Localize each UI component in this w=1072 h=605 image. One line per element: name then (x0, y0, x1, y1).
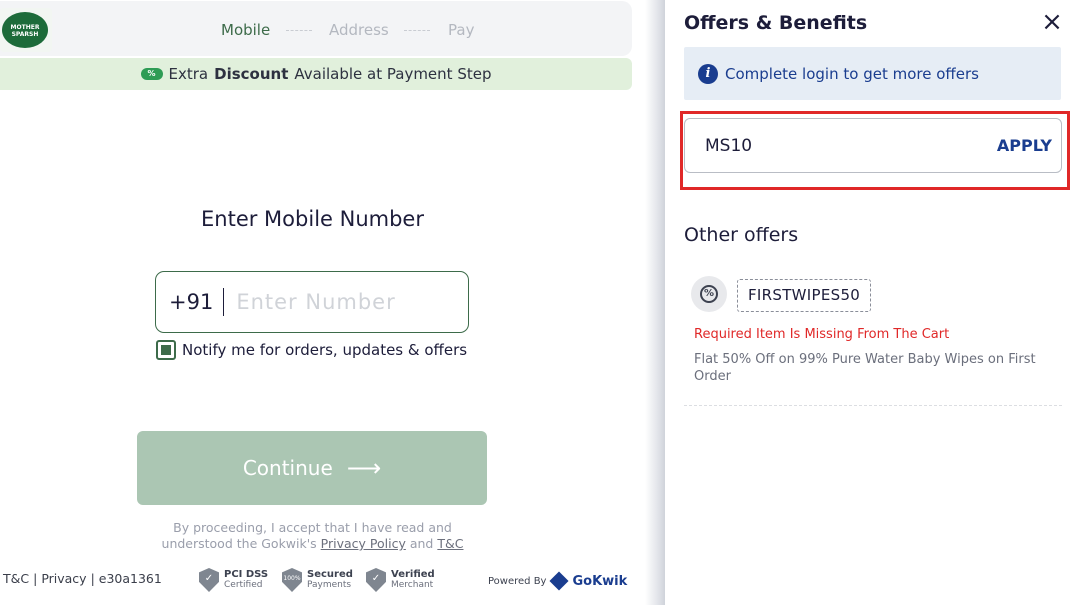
brand-logo-text: MOTHER SPARSH (2, 12, 48, 48)
phone-input[interactable] (236, 290, 467, 314)
badge-title: PCI DSS (224, 569, 269, 580)
step-separator (404, 30, 430, 31)
login-banner-text: Complete login to get more offers (725, 64, 979, 83)
info-icon: i (698, 63, 718, 84)
badge-title: Verified (391, 569, 435, 580)
step-pay: Pay (448, 21, 475, 39)
offer-error-message: Required Item Is Missing From The Cart (694, 327, 950, 342)
shield-check-icon: ✓ (199, 568, 219, 592)
badge-title: Secured (307, 569, 353, 580)
offer-description: Flat 50% Off on 99% Pure Water Baby Wipe… (694, 352, 1036, 384)
footer-links: T&C | Privacy | e30a1361 (3, 571, 162, 586)
notify-checkbox[interactable] (156, 340, 176, 360)
footer-privacy-link[interactable]: Privacy (41, 571, 86, 586)
login-offers-banner[interactable]: i Complete login to get more offers (684, 47, 1061, 100)
coupon-input[interactable] (705, 135, 965, 156)
verified-merchant-badge: ✓ Verified Merchant (366, 568, 435, 592)
shield-check-icon: ✓ (366, 568, 386, 592)
step-separator (286, 30, 312, 31)
notify-option[interactable]: Notify me for orders, updates & offers (156, 340, 467, 360)
disclaimer-text: By proceeding, I accept that I have read… (161, 520, 452, 551)
notify-label: Notify me for orders, updates & offers (182, 341, 468, 359)
gokwik-logo-icon (549, 571, 570, 591)
promo-bold: Discount (214, 65, 289, 83)
page-title: Enter Mobile Number (201, 207, 424, 231)
offer-code[interactable]: FIRSTWIPES50 (737, 279, 872, 312)
checkout-panel: Mobile Address Pay MOTHER SPARSH % Extra… (0, 0, 645, 605)
badge-subtitle: Merchant (391, 580, 434, 590)
terms-disclaimer: By proceeding, I accept that I have read… (140, 520, 485, 552)
pci-dss-badge: ✓ PCI DSS Certified (199, 568, 268, 592)
footer-separator: | (33, 571, 38, 586)
tc-link[interactable]: T&C (437, 536, 463, 551)
powered-by: Powered By GoKwik (488, 571, 628, 591)
promo-banner: % Extra Discount Available at Payment St… (0, 58, 632, 90)
country-code: +91 (169, 288, 225, 316)
promo-suffix: Available at Payment Step (294, 65, 492, 83)
powered-by-label: Powered By (488, 575, 547, 587)
build-id: e30a1361 (98, 571, 162, 586)
footer-separator: | (90, 571, 95, 586)
privacy-policy-link[interactable]: Privacy Policy (321, 536, 406, 551)
promo-prefix: Extra (168, 65, 209, 83)
other-offers-heading: Other offers (684, 224, 799, 246)
badge-subtitle: Payments (307, 580, 352, 590)
gokwik-wordmark: GoKwik (572, 573, 628, 589)
checkout-stepper: Mobile Address Pay (0, 1, 632, 56)
coupon-field[interactable]: APPLY (684, 118, 1062, 173)
secured-payments-badge: 100% Secured Payments (282, 568, 353, 592)
secure-seal-icon: 100% (282, 568, 302, 592)
disclaimer-and: and (409, 536, 434, 551)
discount-seal-icon: % (700, 285, 718, 303)
brand-logo: MOTHER SPARSH (0, 8, 52, 52)
offer-divider (684, 405, 1062, 406)
offers-panel: Offers & Benefits × i Complete login to … (665, 0, 1072, 605)
discount-tag-icon: % (140, 68, 163, 80)
close-icon[interactable]: × (1039, 9, 1065, 36)
phone-field[interactable]: +91 (155, 271, 469, 333)
panel-overlay-shadow (645, 0, 665, 605)
continue-label: Continue (242, 456, 333, 480)
badge-subtitle: Certified (224, 580, 263, 590)
footer-tc-link[interactable]: T&C (3, 571, 29, 586)
apply-button[interactable]: APPLY (997, 136, 1052, 155)
offer-badge: % (691, 276, 727, 312)
step-mobile: Mobile (221, 21, 271, 39)
step-address: Address (329, 21, 389, 39)
arrow-right-icon: ⟶ (346, 454, 382, 482)
offers-panel-title: Offers & Benefits (684, 12, 868, 34)
continue-button[interactable]: Continue ⟶ (137, 431, 487, 505)
